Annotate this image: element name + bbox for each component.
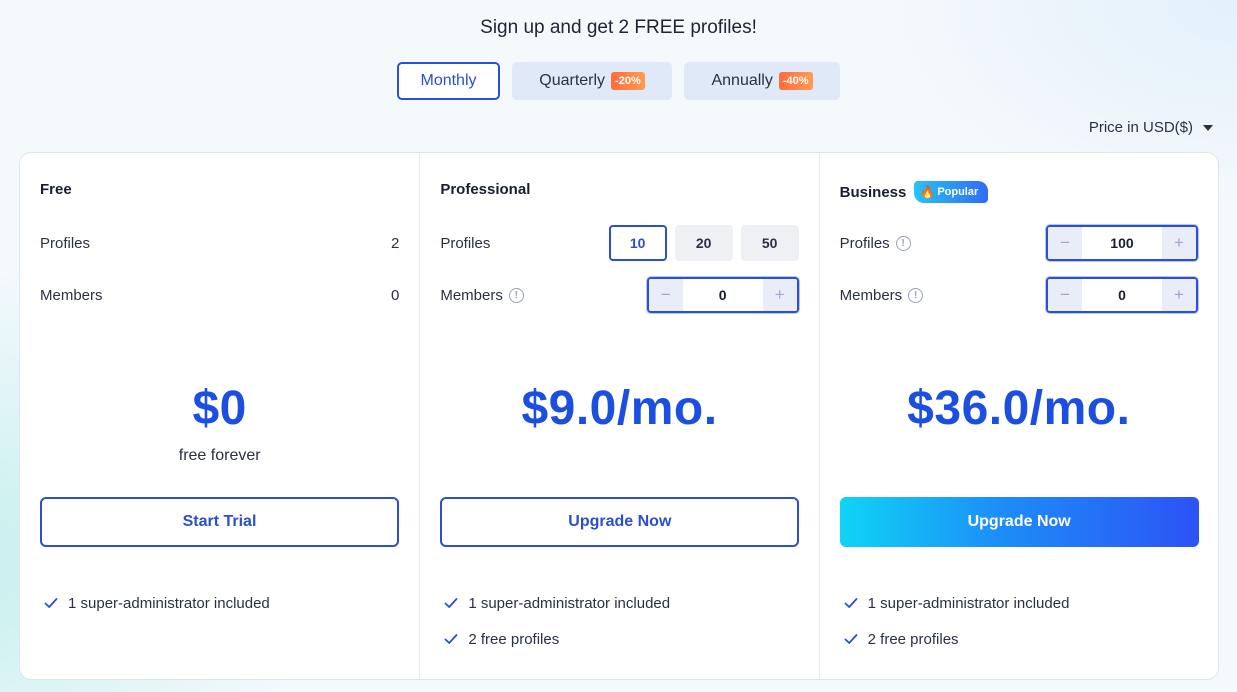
currency-label: Price in USD($) xyxy=(1088,119,1193,136)
profiles-row: Profiles 2 xyxy=(40,224,399,262)
check-icon xyxy=(44,598,58,608)
upgrade-now-button[interactable]: Upgrade Now xyxy=(440,497,800,547)
members-label: Members xyxy=(40,286,103,304)
period-label: Annually xyxy=(711,72,773,89)
profile-options: 10 20 50 xyxy=(608,225,799,261)
members-row: Members ! − 0 + xyxy=(840,276,1198,314)
profile-option-10[interactable]: 10 xyxy=(608,225,667,261)
plan-name: Professional xyxy=(440,181,530,198)
profiles-value: 2 xyxy=(390,234,400,252)
start-trial-button[interactable]: Start Trial xyxy=(40,497,399,547)
members-value[interactable]: 0 xyxy=(682,279,763,311)
plan-name: Free xyxy=(40,181,72,198)
feature-list: 1 super-administrator included 2 free pr… xyxy=(444,593,670,665)
discount-badge: -40% xyxy=(778,72,813,90)
caret-down-icon xyxy=(1203,124,1213,131)
profiles-row: Profiles ! − 100 + xyxy=(840,224,1198,262)
plan-name: Business 🔥 Popular xyxy=(840,181,989,203)
members-stepper: − 0 + xyxy=(646,277,799,313)
profile-option-50[interactable]: 50 xyxy=(740,225,799,261)
popular-badge-text: Popular xyxy=(937,186,979,198)
discount-badge: -20% xyxy=(611,72,645,90)
period-label: Monthly xyxy=(420,72,477,89)
upgrade-now-button[interactable]: Upgrade Now xyxy=(839,497,1199,547)
plan-name-text: Professional xyxy=(440,181,531,198)
members-value[interactable]: 0 xyxy=(1081,279,1162,311)
plan-name-text: Business xyxy=(839,183,907,201)
plan-price: $36.0/mo. xyxy=(907,382,1131,435)
profiles-label: Profiles xyxy=(839,234,890,252)
price-note: free forever xyxy=(178,447,261,464)
info-icon[interactable]: ! xyxy=(508,287,524,303)
feature-list: 1 super-administrator included 2 free pr… xyxy=(844,593,1070,665)
check-icon xyxy=(844,634,858,644)
feature-text: 1 super-administrator included xyxy=(867,594,1070,612)
feature-text: 2 free profiles xyxy=(867,630,959,648)
check-icon xyxy=(444,634,458,644)
profiles-row: Profiles 10 20 50 xyxy=(440,224,799,262)
profiles-label-wrap: Profiles ! xyxy=(840,235,911,252)
decrement-button[interactable]: − xyxy=(1047,279,1082,311)
signup-headline: Sign up and get 2 FREE profiles! xyxy=(480,17,757,38)
members-value: 0 xyxy=(390,286,400,304)
members-row: Members 0 xyxy=(40,276,399,314)
period-annually-button[interactable]: Annually -40% xyxy=(684,62,840,100)
increment-button[interactable]: + xyxy=(1161,279,1196,311)
check-icon xyxy=(444,598,458,608)
period-label: Quarterly xyxy=(539,72,606,89)
billing-period-toggle: Monthly Quarterly -20% Annually -40% xyxy=(0,62,1237,100)
plan-price: $9.0/mo. xyxy=(521,382,718,435)
increment-button[interactable]: + xyxy=(762,279,797,311)
pricing-plans: Free Profiles 2 Members 0 $0 free foreve… xyxy=(19,152,1219,680)
currency-select[interactable]: Price in USD($) xyxy=(1089,119,1213,136)
info-icon[interactable]: ! xyxy=(895,235,911,251)
members-label-wrap: Members ! xyxy=(440,287,524,304)
plan-free-card: Free Profiles 2 Members 0 $0 free foreve… xyxy=(20,153,419,679)
feature-text: 1 super-administrator included xyxy=(68,594,270,612)
members-row: Members ! − 0 + xyxy=(440,276,799,314)
feature-item: 1 super-administrator included xyxy=(44,593,270,613)
members-label: Members xyxy=(839,286,903,304)
profiles-label: Profiles xyxy=(40,234,91,252)
period-quarterly-button[interactable]: Quarterly -20% xyxy=(512,62,672,100)
profile-option-20[interactable]: 20 xyxy=(674,225,733,261)
members-stepper: − 0 + xyxy=(1045,277,1198,313)
flame-icon: 🔥 xyxy=(920,185,936,199)
info-icon[interactable]: ! xyxy=(908,287,924,303)
check-icon xyxy=(844,598,858,608)
feature-item: 2 free profiles xyxy=(444,629,670,649)
feature-item: 1 super-administrator included xyxy=(844,593,1070,613)
profiles-value[interactable]: 100 xyxy=(1081,227,1162,259)
period-monthly-button[interactable]: Monthly xyxy=(397,62,500,100)
feature-list: 1 super-administrator included xyxy=(44,593,270,629)
feature-text: 1 super-administrator included xyxy=(468,594,671,612)
members-label-wrap: Members ! xyxy=(840,287,924,304)
plan-price: $0 xyxy=(192,382,247,435)
feature-item: 1 super-administrator included xyxy=(444,593,670,613)
increment-button[interactable]: + xyxy=(1161,227,1196,259)
feature-text: 2 free profiles xyxy=(468,630,560,648)
plan-business-card: Business 🔥 Popular Profiles ! − 100 + Me… xyxy=(818,153,1218,679)
members-label: Members xyxy=(440,286,503,304)
popular-badge: 🔥 Popular xyxy=(914,181,989,203)
plan-name-text: Free xyxy=(40,181,72,198)
profiles-label: Profiles xyxy=(440,234,491,252)
decrement-button[interactable]: − xyxy=(1047,227,1082,259)
profiles-stepper: − 100 + xyxy=(1045,225,1198,261)
decrement-button[interactable]: − xyxy=(648,279,683,311)
feature-item: 2 free profiles xyxy=(844,629,1070,649)
plan-professional-card: Professional Profiles 10 20 50 Members !… xyxy=(419,153,818,679)
